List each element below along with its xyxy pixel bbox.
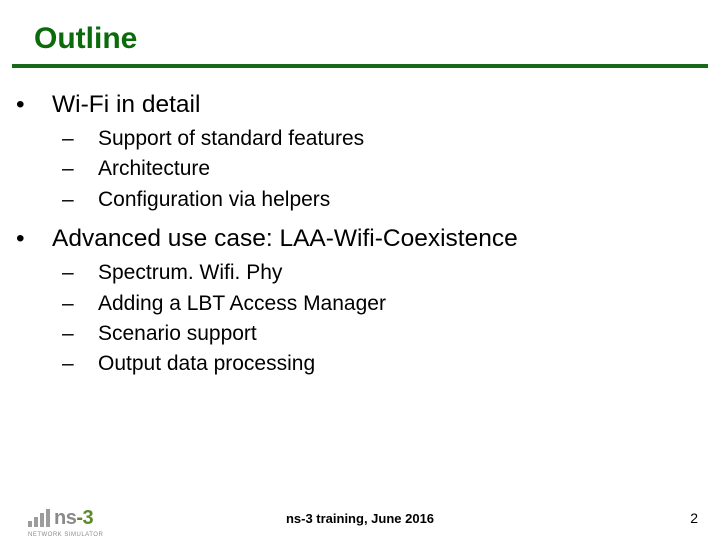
dash-icon: – bbox=[80, 186, 98, 214]
footer-caption: ns-3 training, June 2016 bbox=[0, 511, 720, 526]
list-item-label: Wi-Fi in detail bbox=[52, 91, 200, 118]
list-subitem: –Spectrum. Wifi. Phy bbox=[12, 259, 708, 287]
list-subitem-label: Scenario support bbox=[98, 322, 257, 345]
logo-subtitle: NETWORK SIMULATOR bbox=[28, 532, 103, 538]
dash-icon: – bbox=[80, 259, 98, 287]
list-subitem-label: Support of standard features bbox=[98, 127, 364, 150]
list-subitem-label: Configuration via helpers bbox=[98, 188, 330, 211]
list-subitem: –Architecture bbox=[12, 155, 708, 183]
list-subitem: –Scenario support bbox=[12, 320, 708, 348]
dash-icon: – bbox=[80, 350, 98, 378]
bullet-icon: • bbox=[34, 222, 52, 255]
list-subitem: –Support of standard features bbox=[12, 125, 708, 153]
list-subitem: –Adding a LBT Access Manager bbox=[12, 290, 708, 318]
list-subitem-label: Adding a LBT Access Manager bbox=[98, 292, 386, 315]
list-subitem: –Output data processing bbox=[12, 350, 708, 378]
slide-title: Outline bbox=[0, 0, 720, 62]
list-subitem-label: Architecture bbox=[98, 157, 210, 180]
list-item-label: Advanced use case: LAA-Wifi-Coexistence bbox=[52, 225, 518, 252]
dash-icon: – bbox=[80, 155, 98, 183]
slide: Outline •Wi-Fi in detail –Support of sta… bbox=[0, 0, 720, 540]
list-subitem-label: Output data processing bbox=[98, 352, 315, 375]
list-subitem: –Configuration via helpers bbox=[12, 186, 708, 214]
slide-footer: ns-3 NETWORK SIMULATOR ns-3 training, Ju… bbox=[0, 492, 720, 540]
title-divider bbox=[12, 64, 708, 68]
list-item: •Advanced use case: LAA-Wifi-Coexistence bbox=[12, 222, 708, 255]
bullet-icon: • bbox=[34, 88, 52, 121]
dash-icon: – bbox=[80, 320, 98, 348]
dash-icon: – bbox=[80, 125, 98, 153]
list-subitem-label: Spectrum. Wifi. Phy bbox=[98, 261, 282, 284]
list-item: •Wi-Fi in detail bbox=[12, 88, 708, 121]
dash-icon: – bbox=[80, 290, 98, 318]
body-content: •Wi-Fi in detail –Support of standard fe… bbox=[0, 82, 720, 379]
page-number: 2 bbox=[690, 510, 698, 526]
